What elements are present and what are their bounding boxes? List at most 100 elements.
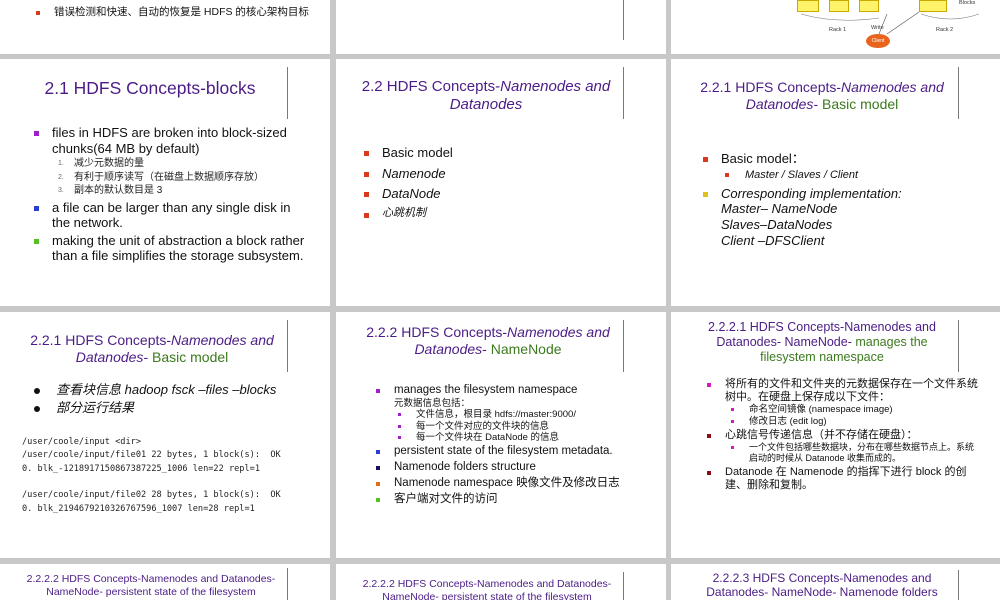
square-bullet-icon bbox=[725, 172, 729, 177]
item-text: Datanode 在 Namenode 的指挥下进行 block 的创建、删除和… bbox=[725, 465, 967, 492]
slide-namespace[interactable]: 2.2.2.1 HDFS Concepts-Namenodes and Data… bbox=[671, 312, 1000, 558]
slide-persistent-state-2[interactable]: 2.2.2.2 HDFS Concepts-Namenodes and Data… bbox=[336, 564, 666, 600]
sub-list-item: 文件信息，根目录 hdfs://master:9000/ bbox=[372, 409, 662, 420]
square-bullet-icon bbox=[364, 151, 369, 156]
list-item: persistent state of the filesystem metad… bbox=[372, 445, 662, 459]
list-item: Datanode 在 Namenode 的指挥下进行 block 的创建、删除和… bbox=[703, 466, 981, 492]
item-text: making the unit of abstraction a block r… bbox=[52, 232, 305, 264]
slide-blank-top[interactable] bbox=[336, 0, 666, 54]
item-text: Basic model： bbox=[721, 151, 805, 166]
item-text: Master / Slaves / Client bbox=[745, 168, 859, 181]
square-bullet-icon bbox=[707, 383, 711, 387]
rack-diagram: Blocks Write Rack 1 Rack 2 Client bbox=[791, 0, 991, 54]
list-item: 心跳机制 bbox=[360, 207, 620, 220]
sub-list-item: 每一个文件块在 DataNode 的信息 bbox=[372, 432, 662, 443]
item-text: Namenode namespace 映像文件及修改日志 bbox=[394, 476, 620, 489]
list-item: Corresponding implementation: Master– Na… bbox=[699, 186, 989, 248]
list-item: Basic model： bbox=[699, 151, 989, 167]
fsck-list: 查看块信息 hadoop fsck –files –blocks 部分运行结果 bbox=[30, 382, 320, 415]
sub-list-item: 每一个文件对应的文件块的信息 bbox=[372, 421, 662, 432]
round-bullet-icon bbox=[34, 388, 40, 394]
item-text: manages the filesystem namespace bbox=[394, 384, 578, 396]
slide-title: 2.1 HDFS Concepts-blocks bbox=[44, 78, 256, 98]
square-bullet-icon bbox=[703, 157, 708, 162]
note-text: 元数据信息包括： bbox=[394, 397, 471, 409]
slide-divider bbox=[958, 320, 959, 372]
slide-persistent-state-1[interactable]: 2.2.2.2 HDFS Concepts-Namenodes and Data… bbox=[0, 564, 330, 600]
slide-namenode-folders[interactable]: 2.2.2.3 HDFS Concepts-Namenodes and Data… bbox=[671, 564, 1000, 600]
list-item: Namenode bbox=[360, 166, 620, 182]
slide-hdfs-blocks[interactable]: 2.1 HDFS Concepts-blocks files in HDFS a… bbox=[0, 59, 330, 306]
slide-hdfs-goals[interactable]: 错误检测和快速、自动的恢复是 HDFS 的核心架构目标 bbox=[0, 0, 330, 54]
slide-title: 2.2.2 HDFS Concepts-Namenodes and Datano… bbox=[354, 324, 622, 358]
slide-title: 2.2.1 HDFS Concepts-Namenodes and Datano… bbox=[687, 79, 957, 113]
rack-connectors bbox=[800, 11, 980, 35]
square-bullet-icon bbox=[34, 131, 39, 136]
list-item: Basic model bbox=[360, 145, 620, 161]
title-dash: - bbox=[813, 95, 822, 112]
blocks-list: files in HDFS are broken into block-size… bbox=[30, 125, 310, 264]
square-bullet-icon bbox=[376, 466, 380, 471]
item-text: DataNode bbox=[382, 186, 441, 202]
goal-text: 错误检测和快速、自动的恢复是 HDFS 的核心架构目标 bbox=[54, 6, 309, 18]
slide-title: 2.2.2.3 HDFS Concepts-Namenodes and Data… bbox=[706, 571, 938, 600]
item-text: 一个文件包括哪些数据块，分布在哪些数据节点上。系统启动的时候从 Datanode… bbox=[749, 442, 975, 464]
list-item: making the unit of abstraction a block r… bbox=[30, 233, 310, 264]
impl-line: Client –DFSClient bbox=[721, 232, 825, 248]
slide-title: 2.2.2.2 HDFS Concepts-Namenodes and Data… bbox=[26, 573, 276, 598]
sub-item-text: 减少元数据的量 bbox=[74, 158, 144, 170]
slide-title: 2.2 HDFS Concepts-Namenodes and Datanode… bbox=[358, 78, 614, 114]
item-text: 心跳信号传递信息（并不存储在硬盘）： bbox=[725, 429, 918, 442]
sub-item: 3. 副本的默认数目是 3 bbox=[30, 184, 310, 198]
sub-item-number: 3. bbox=[58, 187, 64, 195]
item-text: 修改日志 (edit log) bbox=[749, 415, 827, 427]
item-text: Basic model bbox=[382, 145, 453, 160]
item-text: 文件信息，根目录 hdfs://master:9000/ bbox=[416, 409, 576, 421]
topics-list: Basic model Namenode DataNode 心跳机制 bbox=[360, 145, 620, 220]
item-text: 每一个文件块在 DataNode 的信息 bbox=[416, 431, 560, 443]
slide-namenode[interactable]: 2.2.2 HDFS Concepts-Namenodes and Datano… bbox=[336, 312, 666, 558]
sub-item-text: 副本的默认数目是 3 bbox=[74, 185, 163, 197]
item-text: files in HDFS are broken into block-size… bbox=[52, 125, 287, 156]
list-item: 部分运行结果 bbox=[30, 400, 320, 416]
square-bullet-icon bbox=[364, 212, 369, 218]
round-bullet-icon bbox=[34, 405, 40, 412]
basic-model-list: Basic model： Master / Slaves / Client Co… bbox=[699, 151, 989, 248]
sub-item-number: 2. bbox=[58, 173, 64, 181]
square-bullet-icon bbox=[703, 191, 708, 197]
slide-basic-model[interactable]: 2.2.1 HDFS Concepts-Namenodes and Datano… bbox=[671, 59, 1000, 306]
list-item: DataNode bbox=[360, 186, 620, 202]
impl-line: Master– NameNode bbox=[721, 201, 838, 217]
goal-item: 错误检测和快速、自动的恢复是 HDFS 的核心架构目标 bbox=[32, 6, 322, 19]
sub-list-item: 一个文件包括哪些数据块，分布在哪些数据节点上。系统启动的时候从 Datanode… bbox=[703, 442, 981, 464]
list-item: files in HDFS are broken into block-size… bbox=[30, 125, 310, 156]
list-item: manages the filesystem namespace bbox=[372, 384, 662, 398]
list-item: 心跳信号传递信息（并不存储在硬盘）： bbox=[703, 429, 981, 442]
title-dash: - bbox=[482, 340, 491, 357]
square-bullet-icon bbox=[34, 238, 39, 244]
item-text: Namenode bbox=[382, 165, 446, 181]
slide-rack-diagram[interactable]: Blocks Write Rack 1 Rack 2 Client bbox=[671, 0, 1000, 54]
item-text: 每一个文件对应的文件块的信息 bbox=[416, 420, 550, 432]
slide-namenodes-datanodes[interactable]: 2.2 HDFS Concepts-Namenodes and Datanode… bbox=[336, 59, 666, 306]
list-item: Namenode namespace 映像文件及修改日志 bbox=[372, 477, 662, 491]
slide-divider bbox=[287, 568, 288, 600]
item-text: 查看块信息 hadoop fsck –files –blocks bbox=[56, 382, 277, 397]
sub-list-item: 命名空间镜像 (namespace image) bbox=[703, 404, 981, 415]
title-green: Basic model bbox=[822, 95, 899, 112]
goals-list: 错误检测和快速、自动的恢复是 HDFS 的核心架构目标 bbox=[32, 6, 322, 19]
square-bullet-icon bbox=[34, 205, 39, 211]
title-plain: 2.2.2 HDFS Concepts- bbox=[366, 324, 508, 340]
namenode-list: manages the filesystem namespace 元数据信息包括… bbox=[372, 384, 662, 507]
list-item: a file can be larger than any single dis… bbox=[30, 200, 310, 231]
sub-list-item: 修改日志 (edit log) bbox=[703, 416, 981, 427]
item-text: 命名空间镜像 (namespace image) bbox=[749, 404, 893, 416]
title-green: NameNode bbox=[490, 340, 562, 357]
slide-divider bbox=[287, 67, 288, 119]
square-bullet-icon bbox=[364, 171, 369, 177]
slide-fsck[interactable]: 2.2.1 HDFS Concepts-Namenodes and Datano… bbox=[0, 312, 330, 558]
list-item: 将所有的文件和文件夹的元数据保存在一个文件系统树中。在硬盘上保存成以下文件： bbox=[703, 378, 981, 404]
sub-list-item: Master / Slaves / Client bbox=[699, 169, 989, 182]
slide-divider bbox=[623, 0, 624, 40]
impl-line: Corresponding implementation: bbox=[721, 185, 902, 201]
